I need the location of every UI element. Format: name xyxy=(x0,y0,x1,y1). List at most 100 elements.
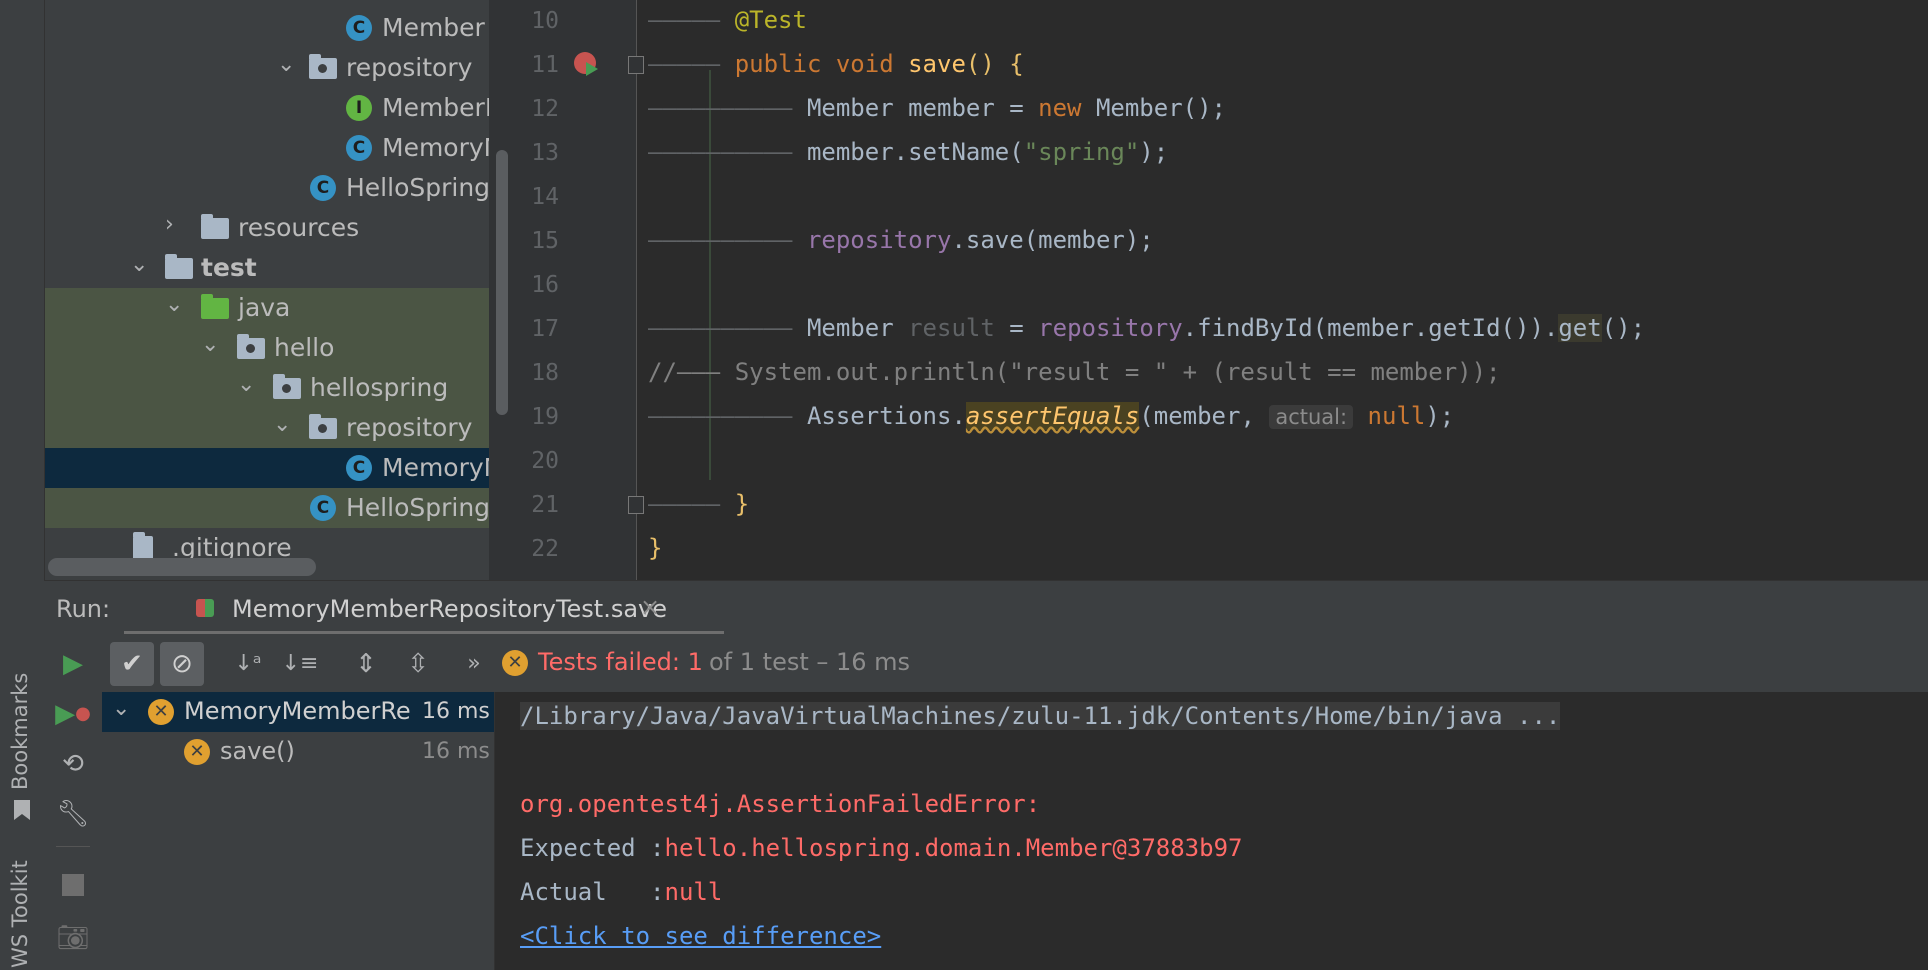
console-expected: Expected :hello.hellospring.domain.Membe… xyxy=(520,834,1242,862)
play-icon xyxy=(586,62,598,76)
collapse-all-icon[interactable]: ⇳ xyxy=(398,644,438,684)
keyword: new xyxy=(1038,94,1082,122)
code-line-15: —————————— repository.save(member); xyxy=(648,226,1154,254)
tree-item-java[interactable]: ⌄ java xyxy=(45,288,489,328)
spring-app-class-icon: C xyxy=(310,175,336,201)
field-ref: repository xyxy=(806,226,952,254)
interface-icon: I xyxy=(346,95,372,121)
chevron-down-icon[interactable]: ⌄ xyxy=(273,412,291,437)
class-icon: C xyxy=(346,135,372,161)
tree-item-test[interactable]: ⌄ test xyxy=(45,248,489,288)
show-ignored-toggle[interactable]: ⊘ xyxy=(160,642,204,686)
brace: } xyxy=(648,534,663,562)
code-editor[interactable] xyxy=(636,0,1928,580)
sort-by-duration-icon[interactable]: ↓≡ xyxy=(280,644,320,684)
tree-item-hellospring[interactable]: ⌄ hellospring xyxy=(45,368,489,408)
tree-item-label: MemberF xyxy=(382,93,489,122)
expected-value: hello.hellospring.domain.Member@37883b97 xyxy=(664,834,1243,862)
tree-horizontal-scrollbar[interactable] xyxy=(48,558,316,576)
tree-item-member-repository-interface[interactable]: I MemberF xyxy=(45,88,489,128)
aws-toolkit-tool-button[interactable]: WS Toolkit xyxy=(0,860,44,970)
console-error: org.opentest4j.AssertionFailedError: xyxy=(520,790,1055,818)
tree-item-label: HelloSpring. xyxy=(346,173,489,202)
highlighted-call: get xyxy=(1558,314,1602,342)
line-number: 21 xyxy=(531,492,559,518)
code-text: (member, xyxy=(1139,402,1270,430)
tree-item-test-repository[interactable]: ⌄ repository xyxy=(45,408,489,448)
code-text: Member(); xyxy=(1081,94,1226,122)
sort-alphabetically-icon[interactable]: ↓ᵃ xyxy=(228,644,268,684)
chevron-down-icon[interactable]: ⌄ xyxy=(112,696,130,721)
brace: } xyxy=(734,490,750,518)
keyword: null xyxy=(1367,402,1426,430)
tree-item-member[interactable]: C Member xyxy=(45,8,489,48)
wrench-icon[interactable]: 🔧︎ xyxy=(53,794,93,834)
warning-method-call[interactable]: assertEquals xyxy=(965,402,1140,430)
show-passed-toggle[interactable]: ✔ xyxy=(110,642,154,686)
line-number: 22 xyxy=(531,536,559,562)
chevron-down-icon[interactable]: ⌄ xyxy=(201,332,219,357)
code-text: Member xyxy=(806,314,909,342)
tree-item-repository[interactable]: ⌄ repository xyxy=(45,48,489,88)
code-text: Member member = xyxy=(806,94,1039,122)
fold-icon[interactable] xyxy=(628,56,644,74)
stop-icon[interactable] xyxy=(62,874,84,896)
test-row-method[interactable]: ✕ save() 16 ms xyxy=(102,732,494,772)
test-class-icon: C xyxy=(310,495,336,521)
test-row-class[interactable]: ⌄ ✕ MemoryMemberRe 16 ms xyxy=(102,692,494,732)
console-command-line[interactable]: /Library/Java/JavaVirtualMachines/zulu-1… xyxy=(520,702,1561,730)
tree-item-resources[interactable]: › resources xyxy=(45,208,489,248)
expected-label: Expected : xyxy=(520,834,665,862)
chevron-right-icon[interactable]: › xyxy=(165,212,174,237)
test-method-name: save() xyxy=(220,737,295,765)
code-line-10: ————— @Test xyxy=(648,6,807,34)
tree-item-label: resources xyxy=(238,213,360,242)
rerun-icon[interactable]: ▶ xyxy=(53,644,93,684)
see-difference-link[interactable]: <Click to see difference> xyxy=(520,922,881,950)
tree-item-hello-spring-application-tests[interactable]: C HelloSpring. xyxy=(45,488,489,528)
toggle-auto-test-icon[interactable]: ⟲ xyxy=(53,744,93,784)
chevron-down-icon[interactable]: ⌄ xyxy=(277,52,295,77)
tree-item-label: test xyxy=(201,253,257,282)
actual-label: Actual : xyxy=(520,878,665,906)
project-tree: C Member ⌄ repository I MemberF C Memory… xyxy=(45,0,489,580)
code-line-22: } xyxy=(648,534,662,562)
console-actual: Actual :null xyxy=(520,878,722,906)
tests-failed-status: Tests failed: 1 xyxy=(538,648,703,676)
expand-all-icon[interactable]: ⇕ xyxy=(346,644,386,684)
unused-variable: result xyxy=(908,314,995,342)
tree-item-hello[interactable]: ⌄ hello xyxy=(45,328,489,368)
run-tab[interactable]: MemoryMemberRepositoryTest.save × xyxy=(150,581,740,635)
run-panel-header: Run: MemoryMemberRepositoryTest.save × xyxy=(44,580,1928,635)
close-icon[interactable]: × xyxy=(640,593,660,621)
line-number: 13 xyxy=(531,140,559,166)
rerun-failed-tests-icon[interactable]: ▶● xyxy=(53,694,93,734)
line-number: 12 xyxy=(531,96,559,122)
tree-item-hello-spring-application[interactable]: C HelloSpring. xyxy=(45,168,489,208)
class-icon: C xyxy=(346,15,372,41)
package-icon xyxy=(309,414,337,439)
chevron-down-icon[interactable]: ⌄ xyxy=(237,372,255,397)
keyword: public xyxy=(734,50,822,78)
chevron-down-icon[interactable]: ⌄ xyxy=(130,252,148,277)
fold-icon[interactable] xyxy=(628,496,644,514)
package-icon xyxy=(273,374,301,399)
tests-summary: of 1 test – 16 ms xyxy=(709,648,911,676)
tree-item-label: hellospring xyxy=(310,373,449,402)
code-line-11: ————— public void save() { xyxy=(648,50,1024,78)
tree-item-label: java xyxy=(238,293,291,322)
chevron-down-icon[interactable]: ⌄ xyxy=(165,292,183,317)
code-text: Assertions. xyxy=(806,402,966,430)
actual-value: null xyxy=(664,878,723,906)
tree-item-memory-repository[interactable]: C MemoryM xyxy=(45,128,489,168)
more-actions-icon[interactable]: » xyxy=(454,644,494,684)
code-text: .findById(member.getId()). xyxy=(1182,314,1559,342)
code-line-12: —————————— Member member = new Member(); xyxy=(648,94,1226,122)
tree-vertical-scrollbar[interactable] xyxy=(496,150,508,415)
test-results-tree: ⌄ ✕ MemoryMemberRe 16 ms ✕ save() 16 ms xyxy=(102,692,495,970)
camera-icon[interactable]: 📷︎ xyxy=(53,918,93,958)
test-class-name: MemoryMemberRe xyxy=(184,697,411,725)
code-line-19: —————————— Assertions.assertEquals(membe… xyxy=(648,402,1455,430)
tree-item-memory-repository-test[interactable]: C MemoryM xyxy=(45,448,489,488)
test-duration: 16 ms xyxy=(422,699,490,724)
